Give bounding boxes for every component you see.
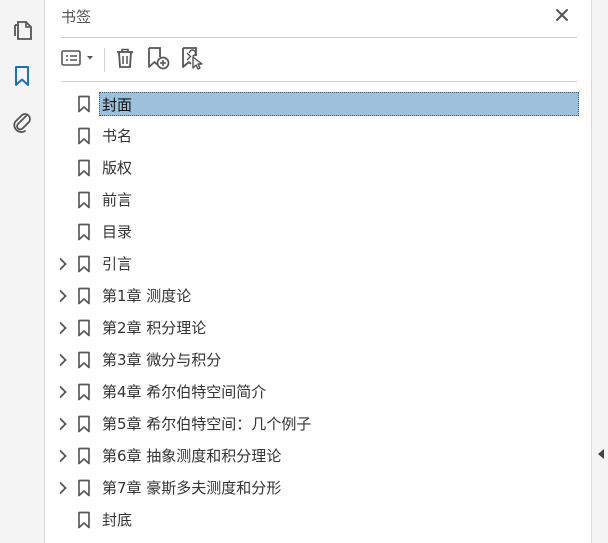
pages-button[interactable] [8,16,36,44]
options-menu-button[interactable] [59,46,99,74]
bookmark-label[interactable]: 第4章 希尔伯特空间简介 [100,381,268,403]
attachments-icon [10,110,34,134]
bookmark-row[interactable]: 版权 [45,152,591,184]
bookmark-row[interactable]: 第5章 希尔伯特空间：几个例子 [45,408,591,440]
attachments-button[interactable] [8,108,36,136]
pages-icon [11,18,33,42]
bookmark-label[interactable]: 第6章 抽象测度和积分理论 [100,445,283,467]
collapse-panel-button[interactable] [596,447,606,461]
chevron-right-icon[interactable] [57,481,69,495]
bookmark-label[interactable]: 版权 [100,157,134,179]
bookmark-icon [77,287,91,305]
bookmark-row[interactable]: 前言 [45,184,591,216]
chevron-right-icon[interactable] [57,449,69,463]
new-bookmark-button[interactable] [143,46,173,74]
bookmark-label[interactable]: 前言 [100,189,134,211]
bookmark-icon [77,319,91,337]
delete-bookmark-icon [114,46,136,74]
bookmarks-icon [12,64,32,88]
bookmark-row[interactable]: 第1章 测度论 [45,280,591,312]
options-menu-icon [60,48,98,72]
bookmark-row[interactable]: 书名 [45,120,591,152]
bookmark-icon [77,511,91,529]
toolbar-divider [61,81,577,82]
bookmark-icon [77,383,91,401]
new-bookmark-icon [145,45,171,75]
bookmark-icon [77,255,91,273]
bookmark-row[interactable]: 第3章 微分与积分 [45,344,591,376]
chevron-right-icon[interactable] [57,321,69,335]
bookmark-icon [77,95,91,113]
bookmarks-button[interactable] [8,62,36,90]
bookmarks-toolbar [59,44,579,76]
bookmark-label[interactable]: 引言 [100,253,134,275]
collapse-arrow-icon [597,445,605,464]
new-bookmark-from-structure-button[interactable] [177,46,207,74]
header-divider [61,37,577,38]
bookmark-icon [77,351,91,369]
close-button[interactable] [551,6,573,28]
bookmark-label[interactable]: 第2章 积分理论 [100,317,208,339]
bookmark-row[interactable]: 第6章 抽象测度和积分理论 [45,440,591,472]
bookmark-icon [77,223,91,241]
bookmark-label[interactable]: 书名 [100,125,134,147]
panel-header: 书签 [45,0,591,36]
chevron-right-icon[interactable] [57,289,69,303]
bookmark-icon [77,159,91,177]
new-bookmark-from-structure-icon [179,45,205,75]
bookmark-row[interactable]: 目录 [45,216,591,248]
bookmark-icon [77,447,91,465]
bookmark-icon [77,191,91,209]
bookmark-tree: 封面书名版权前言目录引言第1章 测度论 第2章 积分理论 第3章 微分与积分第4章 … [45,88,591,536]
bookmark-row[interactable]: 第4章 希尔伯特空间简介 [45,376,591,408]
chevron-right-icon[interactable] [57,257,69,271]
bookmark-label[interactable]: 第7章 豪斯多夫测度和分形 [100,477,283,499]
bookmark-label[interactable]: 第5章 希尔伯特空间：几个例子 [100,413,313,435]
bookmark-label[interactable]: 第3章 微分与积分 [100,349,223,371]
bookmark-icon [77,479,91,497]
bookmark-label[interactable]: 第1章 测度论 [100,285,193,307]
navigation-rail [0,0,45,543]
panel-title: 书签 [61,8,92,26]
bookmark-row[interactable]: 引言 [45,248,591,280]
right-panel-strip [591,0,608,543]
chevron-right-icon[interactable] [57,385,69,399]
bookmark-label[interactable]: 目录 [100,221,134,243]
chevron-right-icon[interactable] [57,353,69,367]
bookmark-icon [77,415,91,433]
bookmark-row[interactable]: 第7章 豪斯多夫测度和分形 [45,472,591,504]
close-icon [554,7,570,27]
bookmark-label[interactable]: 封底 [100,509,134,531]
delete-bookmark-button[interactable] [111,46,139,74]
bookmark-row[interactable]: 封底 [45,504,591,536]
bookmark-row[interactable]: 第2章 积分理论 [45,312,591,344]
bookmarks-window: 书签 封面 书名 版权 前言 目录 引言 第1章 测度论 第2章 积分理论 第3… [0,0,608,543]
chevron-right-icon[interactable] [57,417,69,431]
toolbar-separator [104,48,105,72]
bookmarks-panel: 书签 封面 书名 版权 前言 目录 引言 第1章 测度论 第2章 积分理论 第3… [45,0,591,543]
bookmark-icon [77,127,91,145]
bookmark-label[interactable]: 封面 [99,92,579,116]
bookmark-row[interactable]: 封面 [45,88,591,120]
